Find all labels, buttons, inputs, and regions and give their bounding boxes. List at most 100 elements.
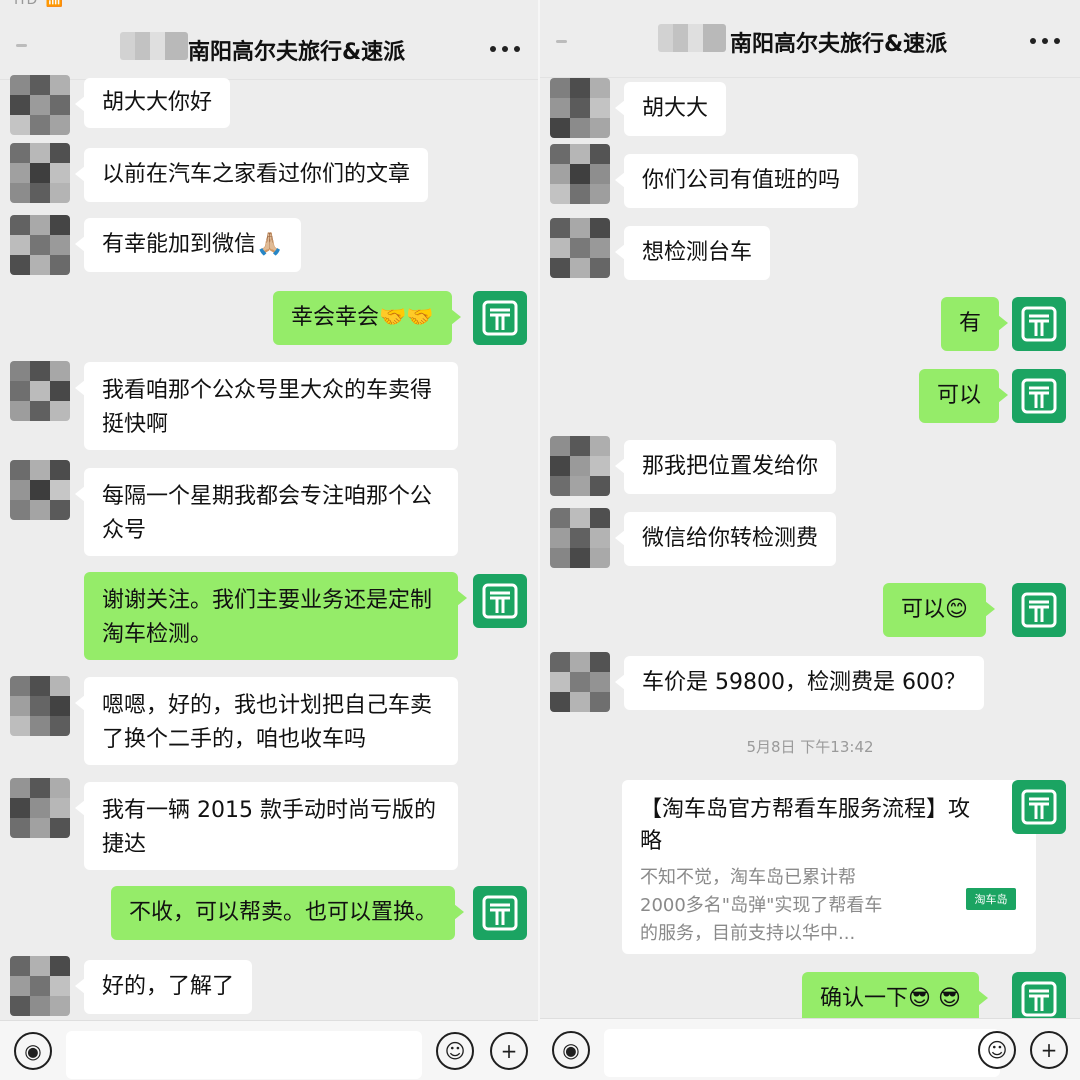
input-bar: ◉ ☺ + xyxy=(0,1020,540,1080)
message-text: 确认一下 xyxy=(820,986,909,1011)
message-timestamp: 5月8日 下午13:42 xyxy=(746,738,874,756)
emoji-icon[interactable]: ☺ xyxy=(436,1032,474,1070)
message-text: 胡大大 xyxy=(642,96,709,121)
message-bubble-self[interactable]: 谢谢关注。我们主要业务还是定制淘车检测。 xyxy=(84,572,467,660)
message-bubble[interactable]: 想检测台车 xyxy=(614,226,771,280)
back-icon[interactable] xyxy=(14,36,32,54)
pray-emoji: 🙏🏼 xyxy=(256,232,284,257)
contact-avatar[interactable] xyxy=(10,215,70,275)
link-card[interactable]: 【淘车岛官方帮看车服务流程】攻略 不知不觉，淘车岛已累计帮2000多名"岛弹"实… xyxy=(622,780,1045,954)
handshake-emoji: 🤝🤝 xyxy=(379,305,434,330)
message-bubble[interactable]: 那我把位置发给你 xyxy=(614,440,837,494)
card-logo: 淘车岛 xyxy=(966,888,1016,910)
message-text: 车价是 59800，检测费是 600？ xyxy=(642,670,966,695)
message-text: 那我把位置发给你 xyxy=(642,454,819,479)
self-avatar[interactable] xyxy=(473,886,527,940)
message-bubble[interactable]: 我看咱那个公众号里大众的车卖得挺快啊 xyxy=(75,362,458,450)
message-bubble[interactable]: 胡大大 xyxy=(614,82,727,136)
message-input[interactable] xyxy=(604,1029,1000,1077)
message-bubble[interactable]: 有幸能加到微信 🙏🏼 xyxy=(74,218,302,272)
contact-avatar[interactable] xyxy=(550,78,610,138)
message-text: 不收，可以帮卖。也可以置换。 xyxy=(129,900,438,925)
chat-title: 南阳高尔夫旅行&速派 xyxy=(188,40,406,65)
message-bubble[interactable]: 胡大大你好 xyxy=(74,78,231,128)
brand-logo-icon xyxy=(482,300,518,336)
contact-avatar[interactable] xyxy=(10,75,70,135)
message-text: 你们公司有值班的吗 xyxy=(642,168,841,193)
self-avatar[interactable] xyxy=(1012,780,1066,834)
chat-header: 南阳高尔夫旅行&速派 xyxy=(0,12,540,80)
plus-icon[interactable]: + xyxy=(1030,1031,1068,1069)
message-bubble[interactable]: 以前在汽车之家看过你们的文章 xyxy=(74,148,429,202)
brand-logo-icon xyxy=(482,895,518,931)
chat-title: 南阳高尔夫旅行&速派 xyxy=(730,32,948,57)
message-bubble[interactable]: 每隔一个星期我都会专注咱那个公众号 xyxy=(75,468,458,556)
message-text: 幸会幸会 xyxy=(291,305,380,330)
brand-logo-icon xyxy=(1021,789,1057,825)
input-bar: ◉ ☺ + xyxy=(540,1018,1080,1080)
message-bubble-self[interactable]: 幸会幸会 🤝🤝 xyxy=(273,291,461,345)
message-text: 我有一辆 2015 款手动时尚亏版的捷达 xyxy=(102,798,436,857)
self-avatar[interactable] xyxy=(473,574,527,628)
blurred-contact-name xyxy=(658,24,726,52)
message-bubble[interactable]: 嗯嗯，好的，我也计划把自己车卖了换个二手的，咱也收车吗 xyxy=(75,677,458,765)
card-description: 不知不觉，淘车岛已累计帮2000多名"岛弹"实现了帮看车的服务，目前支持以华中.… xyxy=(640,867,883,944)
message-text: 可以 xyxy=(901,597,946,622)
brand-logo-icon xyxy=(1021,981,1057,1017)
contact-avatar[interactable] xyxy=(10,460,70,520)
contact-avatar[interactable] xyxy=(550,144,610,204)
message-text: 每隔一个星期我都会专注咱那个公众号 xyxy=(102,484,433,543)
status-bar: HD 📶 xyxy=(0,0,540,12)
sunglasses-emoji: 😎 😎 xyxy=(908,986,961,1011)
emoji-icon[interactable]: ☺ xyxy=(978,1031,1016,1069)
contact-avatar[interactable] xyxy=(550,218,610,278)
message-text: 以前在汽车之家看过你们的文章 xyxy=(102,162,411,187)
voice-icon[interactable]: ◉ xyxy=(14,1032,52,1070)
message-bubble-self[interactable]: 有 xyxy=(941,297,1009,351)
contact-avatar[interactable] xyxy=(10,143,70,203)
back-icon[interactable] xyxy=(554,32,572,50)
contact-avatar[interactable] xyxy=(550,436,610,496)
contact-avatar[interactable] xyxy=(550,508,610,568)
contact-avatar[interactable] xyxy=(10,676,70,736)
message-bubble-self[interactable]: 不收，可以帮卖。也可以置换。 xyxy=(111,886,465,940)
message-bubble[interactable]: 车价是 59800，检测费是 600？ xyxy=(615,656,984,710)
message-text: 嗯嗯，好的，我也计划把自己车卖了换个二手的，咱也收车吗 xyxy=(102,693,433,752)
self-avatar[interactable] xyxy=(473,291,527,345)
chat-screen-left: HD 📶 南阳高尔夫旅行&速派 胡大大你好 以前在汽车之家看过你们的文章 有幸能… xyxy=(0,0,540,1080)
message-text: 想检测台车 xyxy=(642,240,753,265)
message-text: 谢谢关注。我们主要业务还是定制淘车检测。 xyxy=(102,588,433,647)
smile-emoji: 😊 xyxy=(945,597,968,622)
blurred-contact-name xyxy=(120,32,188,60)
message-bubble[interactable]: 微信给你转检测费 xyxy=(614,512,837,566)
self-avatar[interactable] xyxy=(1012,369,1066,423)
plus-icon[interactable]: + xyxy=(490,1032,528,1070)
message-input[interactable] xyxy=(66,1031,422,1079)
contact-avatar[interactable] xyxy=(10,778,70,838)
self-avatar[interactable] xyxy=(1012,297,1066,351)
status-text: HD 📶 xyxy=(14,0,66,8)
message-bubble[interactable]: 我有一辆 2015 款手动时尚亏版的捷达 xyxy=(75,782,458,870)
self-avatar[interactable] xyxy=(1012,583,1066,637)
message-text: 有 xyxy=(959,311,982,336)
message-bubble-self[interactable]: 可以 😊 xyxy=(883,583,995,637)
message-text: 胡大大你好 xyxy=(102,90,213,115)
card-title: 【淘车岛官方帮看车服务流程】攻略 xyxy=(640,797,971,854)
more-icon[interactable] xyxy=(1030,38,1060,46)
message-text: 微信给你转检测费 xyxy=(642,526,819,551)
voice-icon[interactable]: ◉ xyxy=(552,1031,590,1069)
message-text: 有幸能加到微信 xyxy=(102,232,257,257)
more-icon[interactable] xyxy=(490,46,520,54)
message-text: 可以 xyxy=(937,383,982,408)
message-bubble[interactable]: 好的，了解了 xyxy=(74,960,253,1014)
message-bubble-self[interactable]: 可以 xyxy=(919,369,1009,423)
brand-logo-icon xyxy=(1021,306,1057,342)
brand-logo-icon xyxy=(482,583,518,619)
brand-logo-icon xyxy=(1021,378,1057,414)
contact-avatar[interactable] xyxy=(550,652,610,712)
contact-avatar[interactable] xyxy=(10,361,70,421)
contact-avatar[interactable] xyxy=(10,956,70,1016)
brand-logo-icon xyxy=(1021,592,1057,628)
message-bubble[interactable]: 你们公司有值班的吗 xyxy=(614,154,859,208)
chat-header: 南阳高尔夫旅行&速派 xyxy=(540,0,1080,78)
